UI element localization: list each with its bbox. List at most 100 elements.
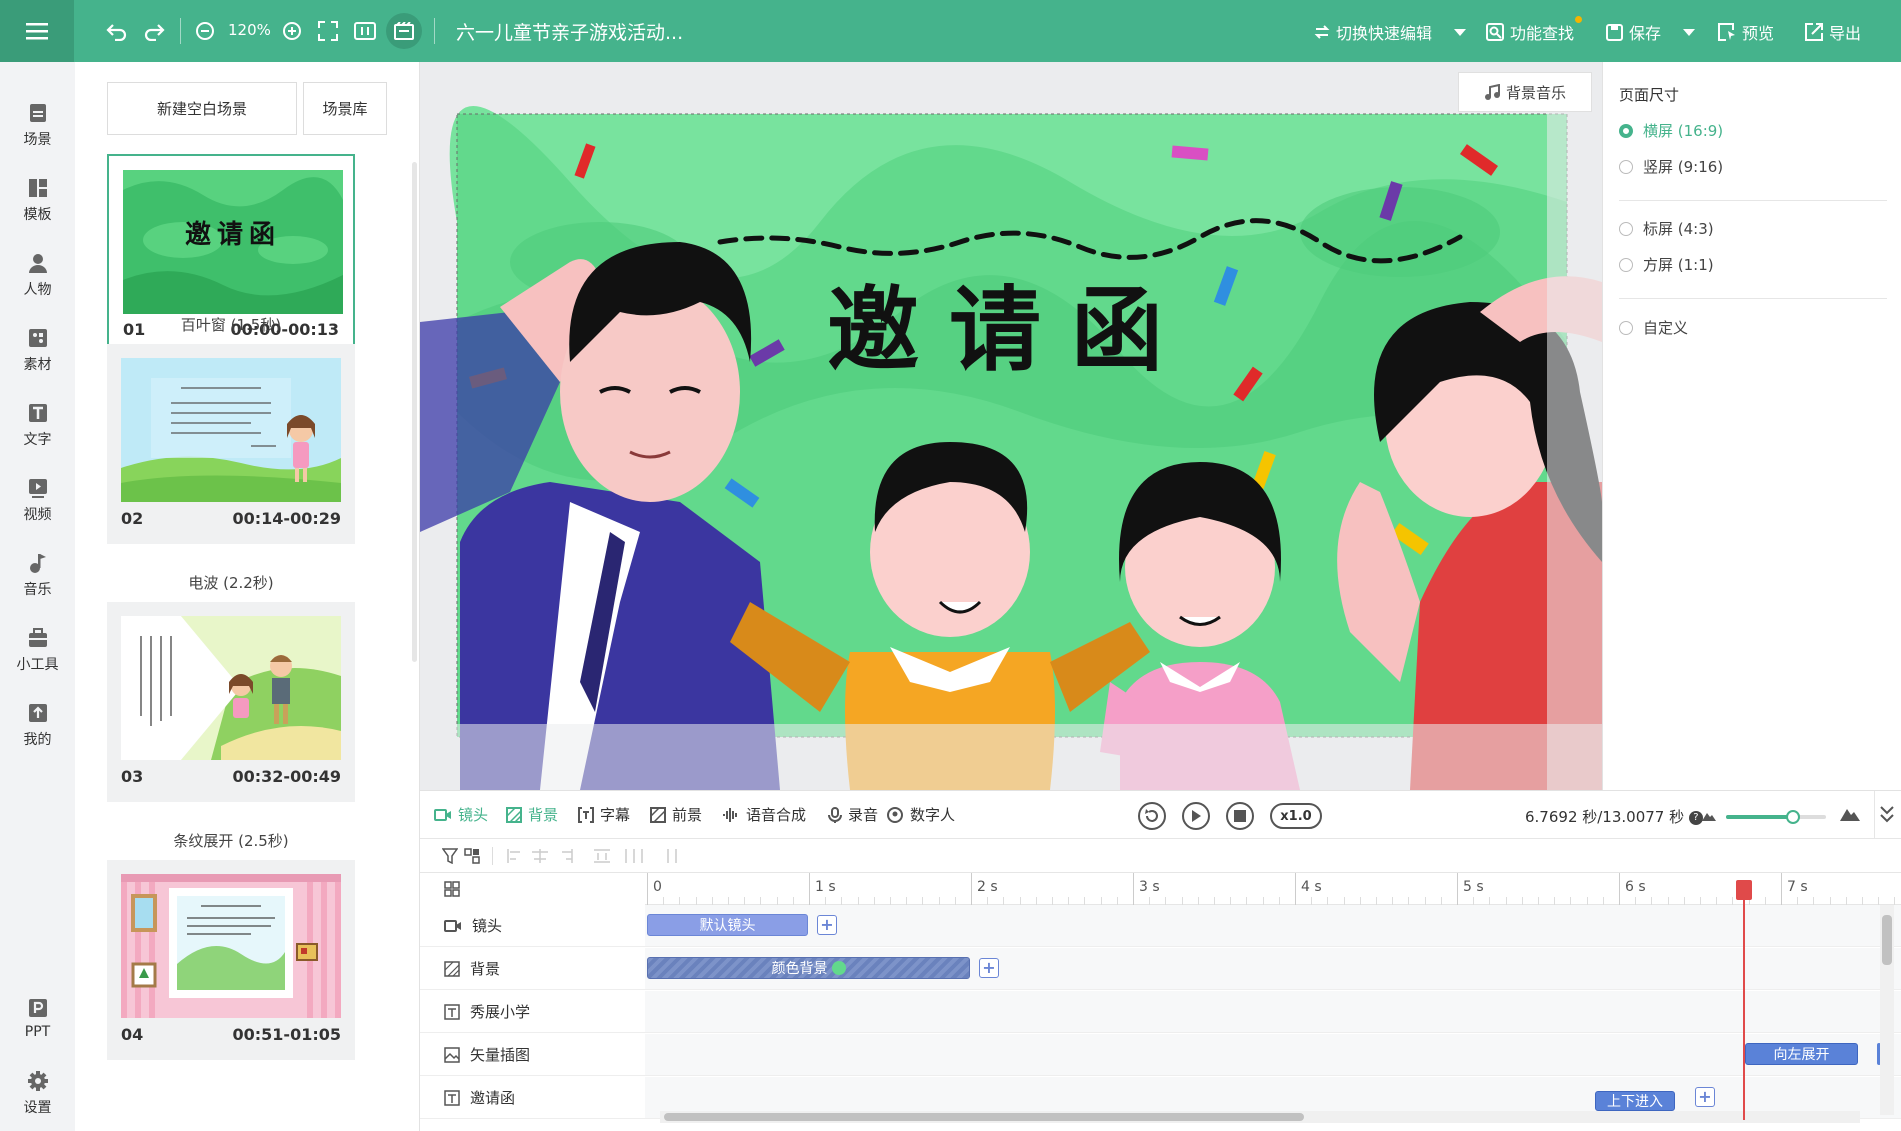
page-size-16-9[interactable]: 横屏 (16:9): [1619, 120, 1723, 141]
quick-edit-dropdown[interactable]: [1454, 20, 1466, 44]
page-size-1-1[interactable]: 方屏 (1:1): [1619, 254, 1714, 275]
notification-dot: [1575, 16, 1583, 23]
play-button[interactable]: [1182, 802, 1210, 830]
scene-transition[interactable]: 条纹展开 (2.5秒): [107, 830, 355, 851]
image-icon: [444, 1046, 460, 1063]
scene-number: 03: [121, 767, 144, 786]
save-button[interactable]: 保存: [1606, 20, 1661, 44]
fullscreen-icon[interactable]: [316, 18, 340, 44]
storyboard-icon[interactable]: [386, 13, 422, 49]
timeline-hscrollbar[interactable]: [660, 1111, 1860, 1123]
save-dropdown[interactable]: [1683, 20, 1695, 44]
add-invite-button[interactable]: +: [1695, 1087, 1715, 1107]
zoom-out-icon[interactable]: [194, 18, 216, 44]
add-camera-button[interactable]: +: [817, 915, 837, 935]
scene-card-02[interactable]: 02 00:14-00:29: [107, 344, 355, 544]
collapse-icon[interactable]: [1880, 805, 1894, 823]
stop-button[interactable]: [1226, 802, 1254, 830]
undo-icon[interactable]: [104, 18, 130, 44]
foreground-icon: [650, 806, 666, 823]
clip-vector-animation[interactable]: 向左展开: [1745, 1043, 1858, 1065]
clip-invite-animation[interactable]: 上下进入: [1595, 1091, 1675, 1111]
add-background-button[interactable]: +: [979, 958, 999, 978]
switch-icon: [1314, 25, 1330, 39]
nav-video[interactable]: 视频: [0, 477, 75, 524]
scene-card-03[interactable]: 03 00:32-00:49: [107, 602, 355, 802]
nav-material[interactable]: 素材: [0, 327, 75, 374]
nav-settings[interactable]: 设置: [0, 1070, 75, 1117]
track-label-background[interactable]: 背景: [420, 948, 645, 990]
nav-toolbox[interactable]: 小工具: [0, 627, 75, 674]
nav-music[interactable]: 音乐: [0, 552, 75, 599]
ruler-minor-tick: [1376, 897, 1377, 905]
timeline-vscrollbar[interactable]: [1880, 905, 1894, 1115]
zoom-in-timeline-icon[interactable]: [1840, 805, 1860, 821]
nav-ppt[interactable]: PPT: [0, 997, 75, 1040]
ruler-minor-tick: [1651, 897, 1653, 905]
ruler-minor-tick: [1683, 897, 1685, 905]
filter-icon[interactable]: [442, 848, 458, 864]
tab-background[interactable]: 背景: [506, 804, 558, 825]
ruler-minor-tick: [1764, 897, 1766, 905]
track-label-camera[interactable]: 镜头: [420, 905, 645, 947]
page-size-4-3[interactable]: 标屏 (4:3): [1619, 218, 1714, 239]
ruler-minor-tick: [1829, 897, 1831, 905]
ruler-minor-tick: [1667, 897, 1669, 905]
track-label-school[interactable]: 秀展小学: [420, 991, 645, 1033]
track-label-invite[interactable]: 邀请函: [420, 1077, 645, 1119]
help-icon[interactable]: ?: [1688, 810, 1703, 825]
ruler-label: 4 s: [1301, 879, 1322, 895]
zoom-out-timeline-icon[interactable]: [1702, 809, 1716, 821]
scene-thumbnail: [121, 358, 341, 502]
ruler-minor-tick: [1165, 897, 1167, 905]
tab-subtitle[interactable]: 字幕: [578, 804, 630, 825]
tab-digital-human[interactable]: 数字人: [886, 804, 955, 825]
clip-color-background[interactable]: 颜色背景: [647, 957, 970, 979]
fit-screen-icon[interactable]: [353, 18, 377, 44]
scene-library-button[interactable]: 场景库: [303, 82, 387, 135]
ruler-minor-tick: [1230, 897, 1232, 905]
stop-icon: [1234, 810, 1246, 822]
rewind-button[interactable]: [1138, 802, 1166, 830]
ruler-minor-tick: [760, 897, 762, 905]
scene-panel-scrollbar[interactable]: [412, 162, 417, 662]
redo-icon[interactable]: [141, 18, 167, 44]
nav-mine[interactable]: 我的: [0, 702, 75, 749]
menu-icon[interactable]: [0, 0, 74, 62]
nav-text[interactable]: 文字: [0, 402, 75, 449]
timeline-ruler[interactable]: 0 1 s 2 s 3 s 4 s 5 s 6 s 7 s: [645, 873, 1901, 905]
nav-scene[interactable]: 场景: [0, 102, 75, 149]
clip-default-camera[interactable]: 默认镜头: [647, 914, 808, 936]
new-blank-scene-button[interactable]: 新建空白场景: [107, 82, 297, 135]
group-icon[interactable]: [464, 848, 480, 864]
zoom-in-icon[interactable]: [281, 18, 303, 44]
ruler-minor-tick: [1003, 897, 1005, 905]
tab-record[interactable]: 录音: [828, 804, 878, 825]
feature-search-button[interactable]: 功能查找: [1486, 16, 1583, 44]
canvas-illustration[interactable]: 邀请函: [420, 62, 1602, 790]
page-size-custom[interactable]: 自定义: [1619, 317, 1688, 338]
export-button[interactable]: 导出: [1805, 20, 1861, 44]
background-music-button[interactable]: 背景音乐: [1458, 72, 1592, 112]
zoom-level: 120%: [228, 21, 271, 39]
tab-camera[interactable]: 镜头: [434, 804, 488, 825]
nav-template[interactable]: 模板: [0, 177, 75, 224]
timeline-zoom-slider[interactable]: [1726, 810, 1826, 824]
track-label-vector[interactable]: 矢量插图: [420, 1034, 645, 1076]
ruler-minor-tick: [1392, 897, 1394, 905]
quick-edit-toggle[interactable]: 切换快速编辑: [1314, 20, 1432, 44]
canvas-title: 邀请函: [827, 277, 1193, 384]
scene-card-04[interactable]: 04 00:51-01:05: [107, 860, 355, 1060]
document-title[interactable]: 六一儿童节亲子游戏活动...: [456, 18, 683, 45]
timeline-panel: 镜头 背景 字幕 前景 语音合成 录音 数字人 x1.0 6.7692 秒/13…: [420, 790, 1901, 1131]
playhead[interactable]: [1742, 880, 1745, 1120]
playback-speed[interactable]: x1.0: [1270, 803, 1322, 829]
tab-foreground[interactable]: 前景: [650, 804, 702, 825]
preview-button[interactable]: 预览: [1718, 20, 1774, 44]
nav-person[interactable]: 人物: [0, 252, 75, 299]
page-size-9-16[interactable]: 竖屏 (9:16): [1619, 156, 1723, 177]
scene-transition[interactable]: 百叶窗 (1.5秒): [107, 314, 355, 335]
page-size-heading: 页面尺寸: [1619, 86, 1680, 104]
tab-tts[interactable]: 语音合成: [722, 804, 806, 825]
scene-transition[interactable]: 电波 (2.2秒): [107, 572, 355, 593]
